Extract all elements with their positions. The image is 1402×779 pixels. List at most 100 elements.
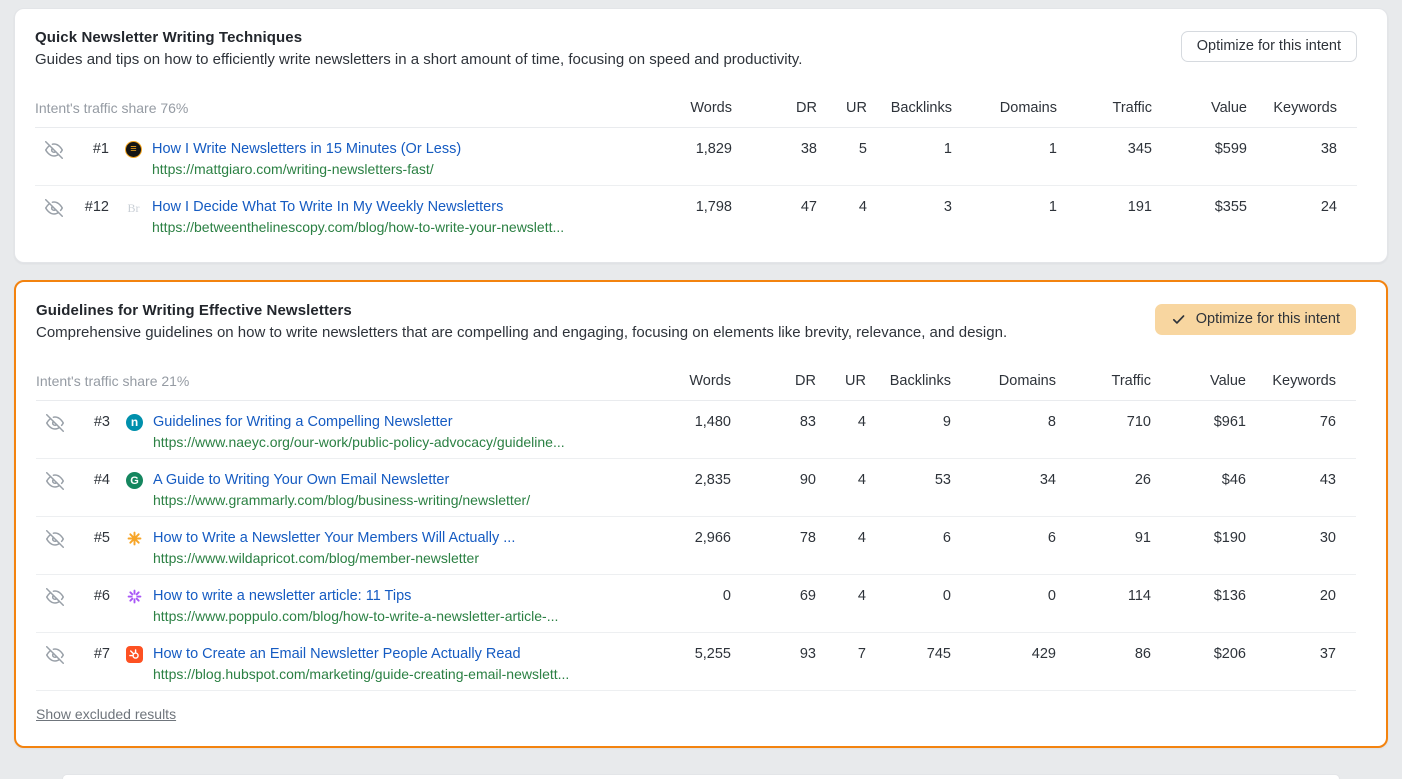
domains-link[interactable]: 6 <box>951 528 1056 548</box>
value-value: $599 <box>1152 139 1247 159</box>
eye-off-icon <box>45 141 63 159</box>
result-name-cell: #7 How to Create an Email Newsletter Peo… <box>36 644 631 684</box>
keywords-link[interactable]: 37 <box>1246 644 1356 664</box>
result-name-cell: #5 How to Write a Newsletter Your Member… <box>36 528 631 568</box>
dr-value: 69 <box>731 586 816 606</box>
column-header-backlinks: Backlinks <box>866 371 951 391</box>
intent-description: Comprehensive guidelines on how to write… <box>36 324 1007 341</box>
backlinks-link[interactable]: 1 <box>867 139 952 159</box>
traffic-value: 86 <box>1056 644 1151 664</box>
traffic-value: 710 <box>1056 412 1151 432</box>
domains-link[interactable]: 0 <box>951 586 1056 606</box>
value-value: $206 <box>1151 644 1246 664</box>
domains-link[interactable]: 34 <box>951 470 1056 490</box>
backlinks-link[interactable]: 0 <box>866 586 951 606</box>
result-title-link[interactable]: How I Decide What To Write In My Weekly … <box>152 197 564 217</box>
result-url-link[interactable]: https://blog.hubspot.com/marketing/guide… <box>153 665 569 684</box>
words-value: 2,835 <box>631 470 731 490</box>
result-title-link[interactable]: How to Create an Email Newsletter People… <box>153 644 569 664</box>
result-row: #5 How to Write a Newsletter Your Member… <box>36 517 1356 575</box>
result-title-link[interactable]: How I Write Newsletters in 15 Minutes (O… <box>152 139 461 159</box>
domains-link[interactable]: 1 <box>952 139 1057 159</box>
table-header-row: Intent's traffic share 76% Words DR UR B… <box>35 88 1357 128</box>
domains-link[interactable]: 429 <box>951 644 1056 664</box>
domains-link[interactable]: 1 <box>952 197 1057 217</box>
keywords-link[interactable]: 30 <box>1246 528 1356 548</box>
result-row: #7 How to Create an Email Newsletter Peo… <box>36 633 1356 691</box>
value-value: $961 <box>1151 412 1246 432</box>
result-url-link[interactable]: https://www.poppulo.com/blog/how-to-writ… <box>153 607 558 626</box>
next-intent-card-peek <box>62 774 1340 779</box>
hide-result-button[interactable] <box>46 472 64 490</box>
result-url-link[interactable]: https://mattgiaro.com/writing-newsletter… <box>152 160 461 179</box>
traffic-value: 114 <box>1056 586 1151 606</box>
mattgiaro-favicon <box>125 141 142 158</box>
domains-link[interactable]: 8 <box>951 412 1056 432</box>
result-text-block: How to Create an Email Newsletter People… <box>153 644 569 684</box>
result-name-cell: #4 A Guide to Writing Your Own Email New… <box>36 470 631 510</box>
intent-title: Quick Newsletter Writing Techniques <box>35 29 802 46</box>
intent-title: Guidelines for Writing Effective Newslet… <box>36 302 1007 319</box>
ur-value: 5 <box>817 139 867 159</box>
result-row: #4 A Guide to Writing Your Own Email New… <box>36 459 1356 517</box>
position-badge: #12 <box>73 197 109 217</box>
result-row: #3 Guidelines for Writing a Compelling N… <box>36 401 1356 459</box>
ur-value: 4 <box>816 412 866 432</box>
traffic-value: 191 <box>1057 197 1152 217</box>
backlinks-link[interactable]: 6 <box>866 528 951 548</box>
hubspot-favicon <box>126 646 143 663</box>
eye-off-icon <box>46 414 64 432</box>
result-title-link[interactable]: Guidelines for Writing a Compelling News… <box>153 412 565 432</box>
column-header-value: Value <box>1152 98 1247 118</box>
keywords-link[interactable]: 76 <box>1246 412 1356 432</box>
words-value: 1,480 <box>631 412 731 432</box>
keywords-link[interactable]: 24 <box>1247 197 1357 217</box>
result-text-block: How I Write Newsletters in 15 Minutes (O… <box>152 139 461 179</box>
value-value: $136 <box>1151 586 1246 606</box>
backlinks-link[interactable]: 53 <box>866 470 951 490</box>
keywords-link[interactable]: 20 <box>1246 586 1356 606</box>
result-url-link[interactable]: https://betweenthelinescopy.com/blog/how… <box>152 218 564 237</box>
keywords-link[interactable]: 43 <box>1246 470 1356 490</box>
optimize-intent-button[interactable]: Optimize for this intent <box>1181 31 1357 62</box>
result-url-link[interactable]: https://www.grammarly.com/blog/business-… <box>153 491 530 510</box>
backlinks-link[interactable]: 3 <box>867 197 952 217</box>
column-header-domains: Domains <box>951 371 1056 391</box>
results-table: #3 Guidelines for Writing a Compelling N… <box>36 401 1356 691</box>
result-url-link[interactable]: https://www.naeyc.org/our-work/public-po… <box>153 433 565 452</box>
result-url-link[interactable]: https://www.wildapricot.com/blog/member-… <box>153 549 515 568</box>
ur-value: 4 <box>816 586 866 606</box>
intent-header-text: Quick Newsletter Writing Techniques Guid… <box>35 29 802 68</box>
optimize-intent-button-selected[interactable]: Optimize for this intent <box>1155 304 1356 335</box>
hide-result-button[interactable] <box>46 588 64 606</box>
hide-result-button[interactable] <box>46 414 64 432</box>
result-name-cell: #12 How I Decide What To Write In My Wee… <box>35 197 632 237</box>
result-row: #1 How I Write Newsletters in 15 Minutes… <box>35 128 1357 186</box>
dr-value: 38 <box>732 139 817 159</box>
show-excluded-results-link[interactable]: Show excluded results <box>36 706 176 722</box>
result-title-link[interactable]: How to Write a Newsletter Your Members W… <box>153 528 515 548</box>
hide-result-button[interactable] <box>45 199 63 217</box>
hide-result-button[interactable] <box>46 646 64 664</box>
hide-result-button[interactable] <box>45 141 63 159</box>
traffic-share-label: Intent's traffic share 76% <box>35 100 632 116</box>
column-header-keywords: Keywords <box>1247 98 1357 118</box>
intent-description: Guides and tips on how to efficiently wr… <box>35 51 802 68</box>
position-badge: #6 <box>74 586 110 606</box>
result-name-cell: #6 How to write a newsletter article: 11… <box>36 586 631 626</box>
optimize-intent-label: Optimize for this intent <box>1197 38 1341 55</box>
words-value: 5,255 <box>631 644 731 664</box>
result-title-link[interactable]: A Guide to Writing Your Own Email Newsle… <box>153 470 530 490</box>
eye-off-icon <box>45 199 63 217</box>
result-text-block: How to Write a Newsletter Your Members W… <box>153 528 515 568</box>
keywords-link[interactable]: 38 <box>1247 139 1357 159</box>
result-name-cell: #3 Guidelines for Writing a Compelling N… <box>36 412 631 452</box>
table-footer: Show excluded results <box>36 691 1356 728</box>
hide-result-button[interactable] <box>46 530 64 548</box>
column-header-traffic: Traffic <box>1057 98 1152 118</box>
backlinks-link[interactable]: 745 <box>866 644 951 664</box>
result-text-block: A Guide to Writing Your Own Email Newsle… <box>153 470 530 510</box>
result-title-link[interactable]: How to write a newsletter article: 11 Ti… <box>153 586 558 606</box>
backlinks-link[interactable]: 9 <box>866 412 951 432</box>
ur-value: 4 <box>817 197 867 217</box>
